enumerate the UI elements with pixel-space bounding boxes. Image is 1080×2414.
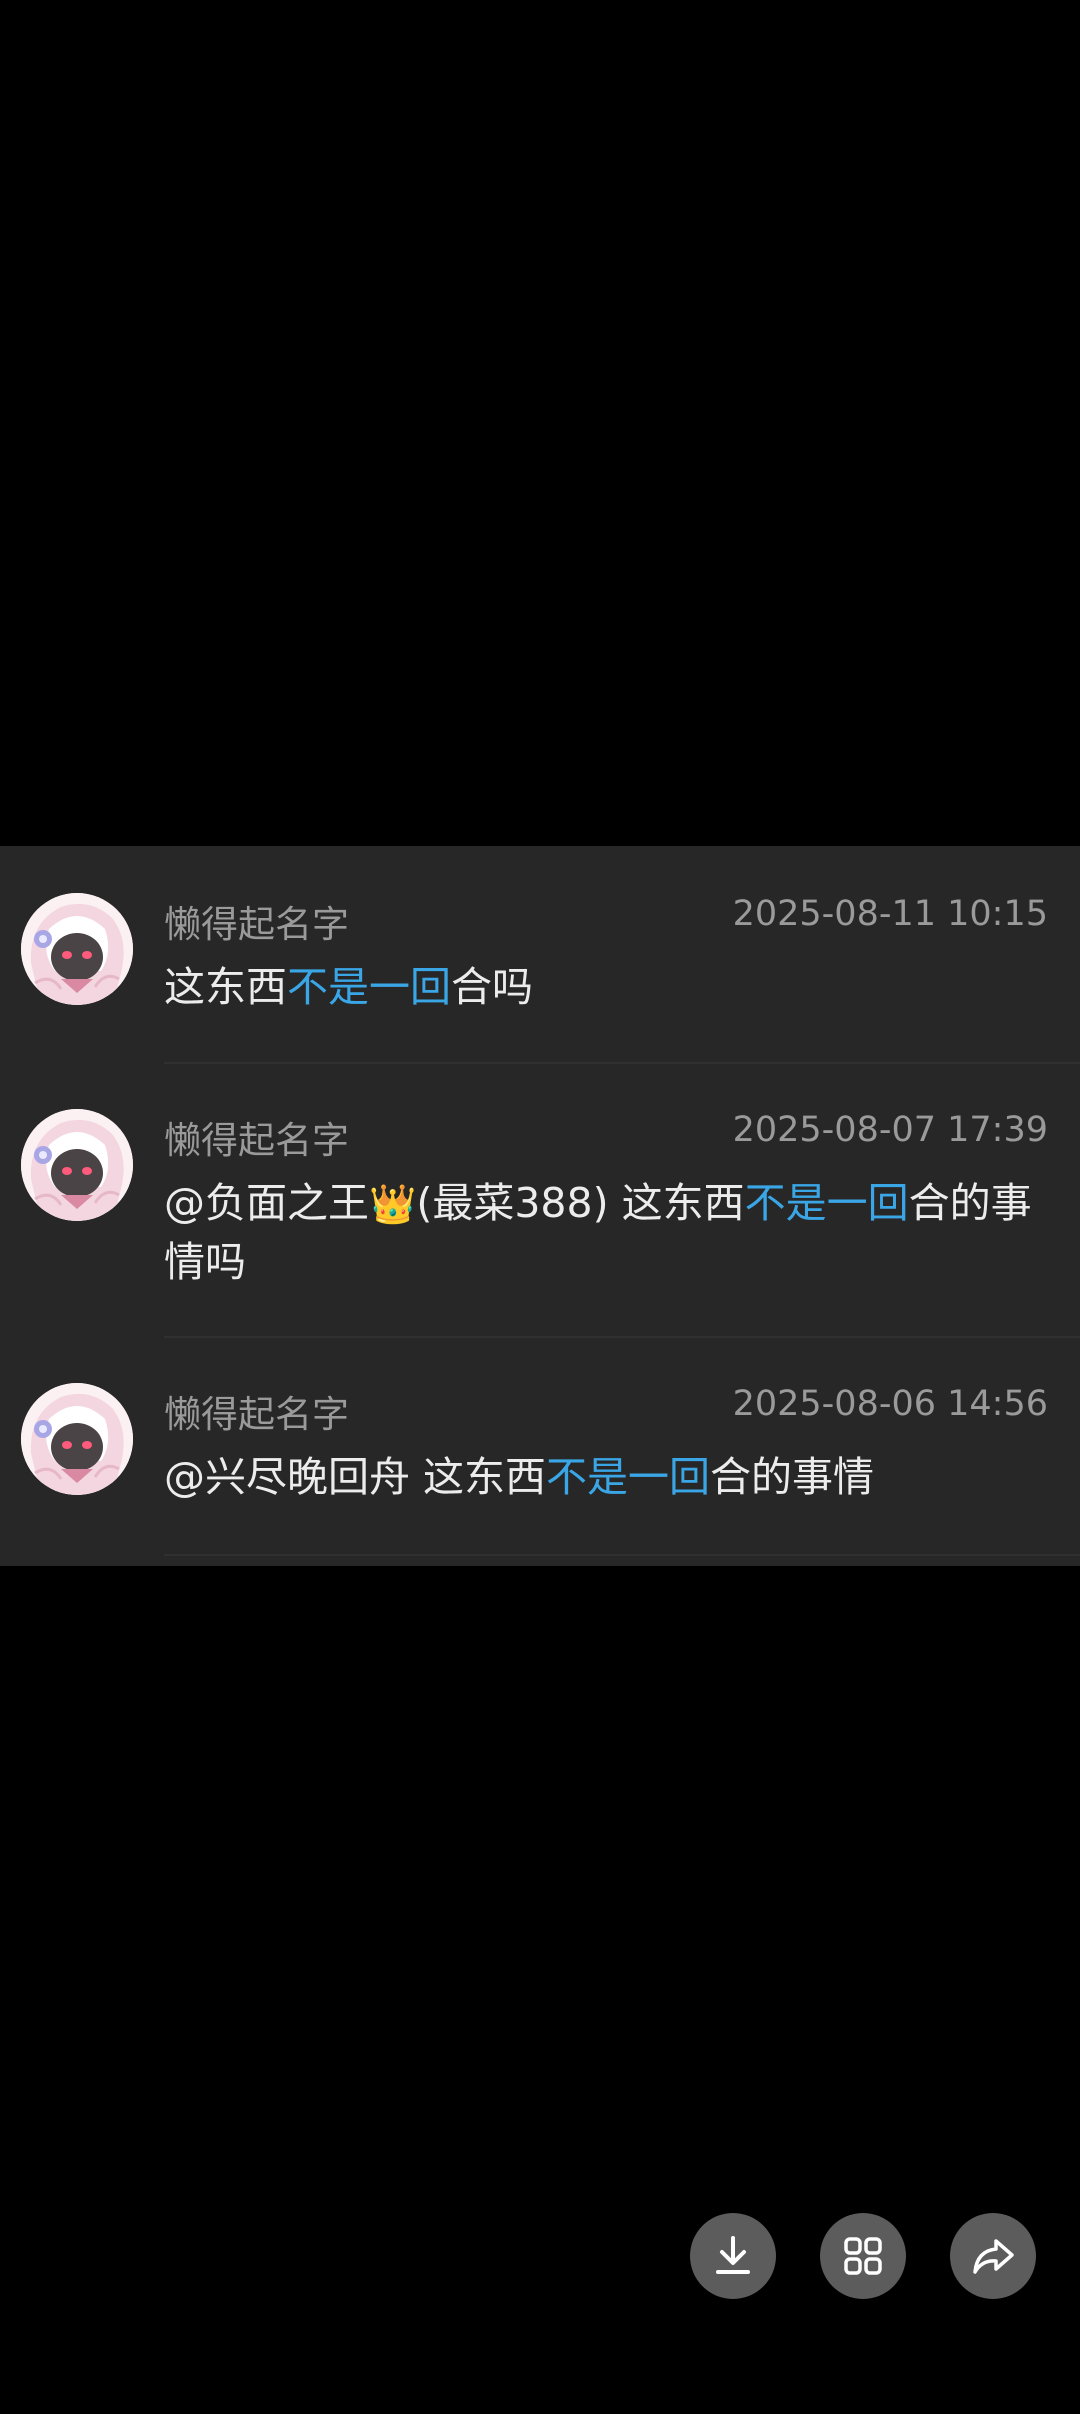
comment-username[interactable]: 懒得起名字 (164, 1110, 349, 1164)
keyword-highlight: 不是一回 (287, 963, 451, 1011)
comment-username[interactable]: 懒得起名字 (164, 1384, 349, 1438)
crown-badge-icon: 👑 (369, 1182, 417, 1226)
share-icon (973, 2239, 1014, 2274)
mention-link[interactable]: @兴尽晚回舟 (164, 1453, 410, 1501)
comment-text: @兴尽晚回舟 这东西不是一回合的事情 (164, 1448, 1054, 1506)
keyword-highlight: 不是一回 (744, 1179, 909, 1227)
comment-divider (164, 1062, 1080, 1064)
comment-text: 这东西不是一回合吗 (164, 958, 1054, 1016)
keyword-highlight: 不是一回 (546, 1453, 711, 1501)
comment-timestamp: 2025-08-07 17:39 (732, 1110, 1048, 1150)
comment-text: @负面之王👑(最菜388) 这东西不是一回合的事情吗 (164, 1174, 1054, 1291)
comment-timestamp: 2025-08-06 14:56 (732, 1384, 1048, 1424)
avatar[interactable] (21, 1109, 133, 1221)
mention-suffix: (最菜388) (416, 1179, 609, 1227)
download-icon (716, 2236, 750, 2274)
share-button[interactable] (950, 2213, 1036, 2299)
avatar[interactable] (21, 1383, 133, 1495)
download-button[interactable] (690, 2213, 776, 2299)
grid-button[interactable] (820, 2213, 906, 2299)
mention-link[interactable]: @负面之王 (164, 1179, 369, 1227)
comment-list-panel: 懒得起名字 2025-08-11 10:15 这东西不是一回合吗 懒得起名字 2… (0, 846, 1080, 1566)
grid-icon (844, 2237, 882, 2275)
comment-text-post: 合的事情 (710, 1453, 875, 1501)
comment-text-post: 合吗 (451, 963, 533, 1011)
comment-text-pre: 这东西 (410, 1453, 547, 1501)
comment-divider (164, 1336, 1080, 1338)
comment-divider (164, 1554, 1080, 1556)
comment-timestamp: 2025-08-11 10:15 (732, 894, 1048, 934)
comment-text-pre: 这东西 (164, 963, 287, 1011)
comment-text-pre: 这东西 (608, 1179, 745, 1227)
comment-username[interactable]: 懒得起名字 (164, 894, 349, 948)
avatar[interactable] (21, 893, 133, 1005)
